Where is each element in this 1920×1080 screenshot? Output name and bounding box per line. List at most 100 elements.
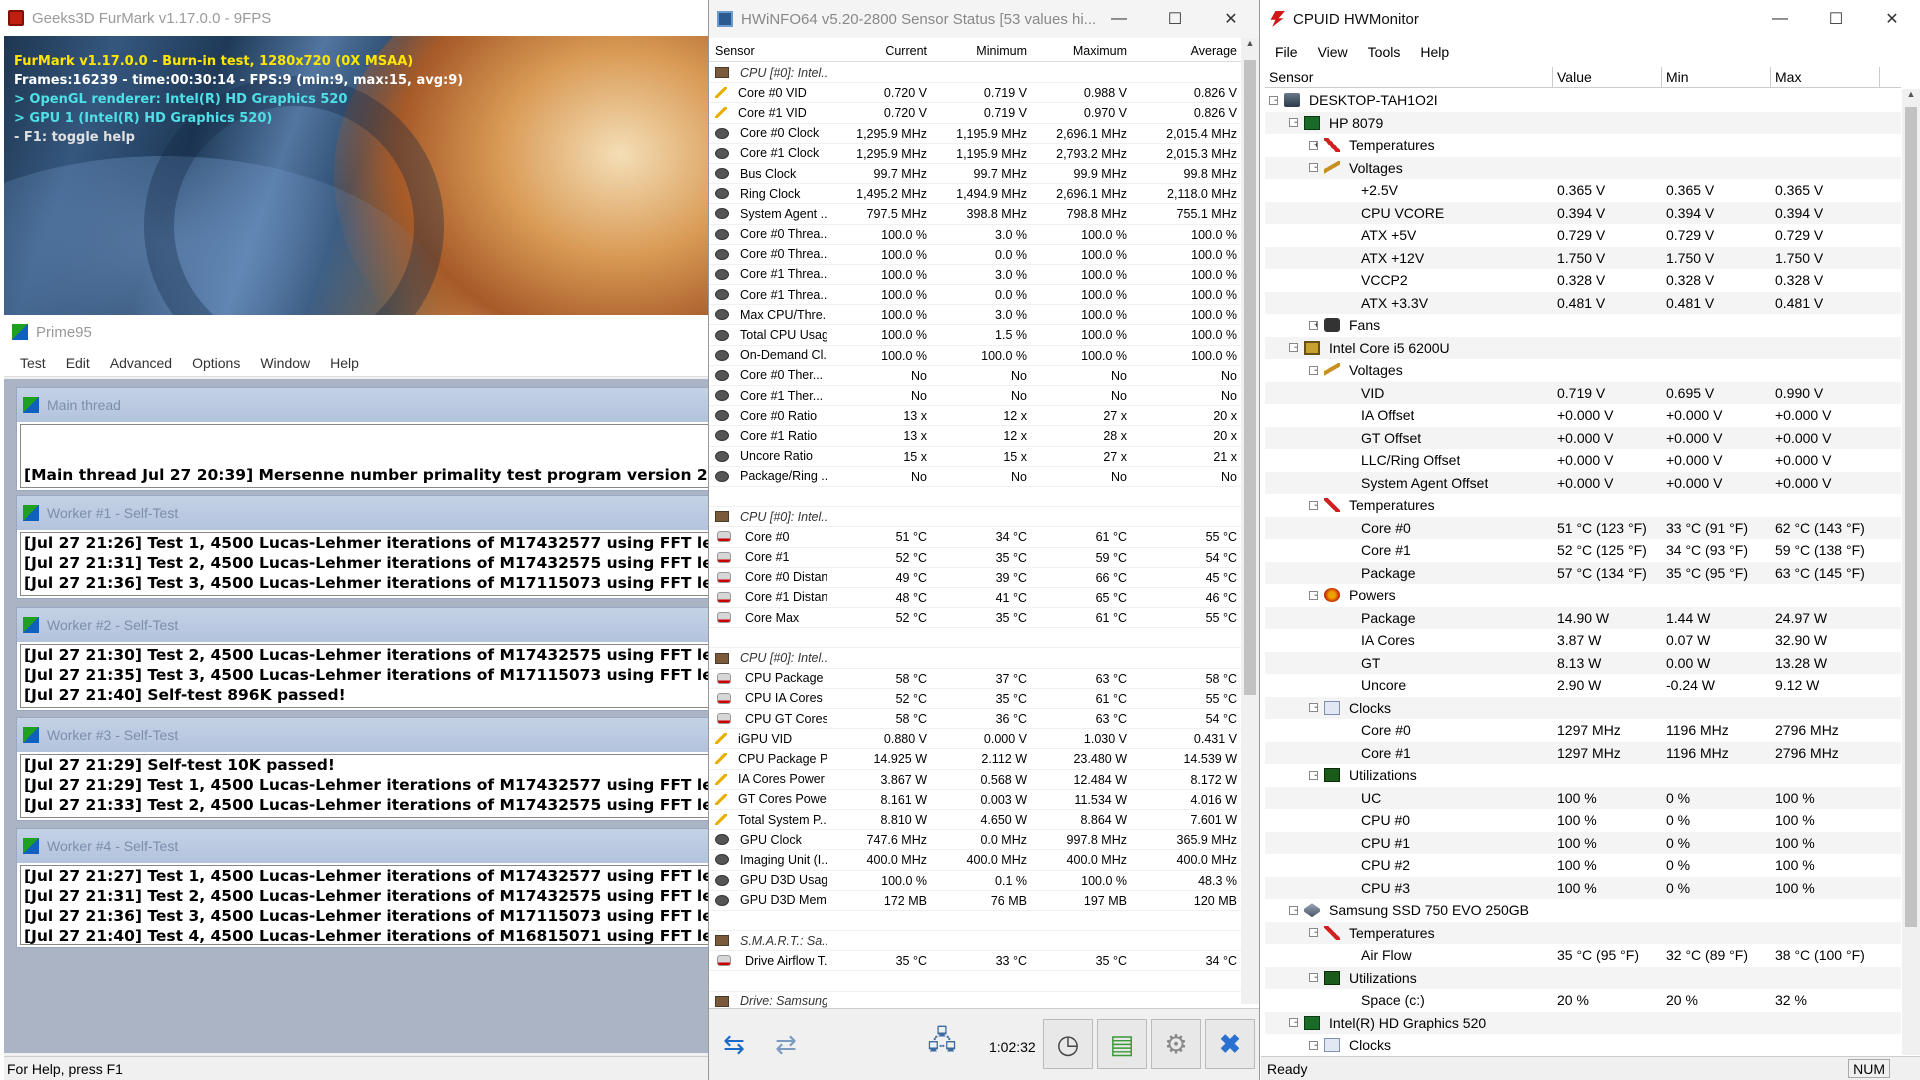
menu-edit[interactable]: Edit — [56, 355, 100, 371]
tree-node[interactable]: − Utilizations — [1265, 966, 1901, 989]
network-icon[interactable]: 🖧 — [917, 1019, 967, 1069]
hwmonitor-close-button[interactable]: ✕ — [1864, 0, 1920, 38]
menu-advanced[interactable]: Advanced — [100, 355, 182, 371]
hwinfo-scroll-up-icon[interactable]: ▲ — [1241, 38, 1259, 48]
sensor-row[interactable]: Core #1 VID 0.720 V 0.719 V 0.970 V 0.826 V — [709, 103, 1243, 124]
prime95-child-window[interactable]: Worker #2 - Self-Test [Jul 27 21:30] Test… — [16, 607, 708, 711]
tree-node[interactable]: − Clocks — [1265, 1034, 1901, 1057]
prime95-child-window[interactable]: Worker #1 - Self-Test [Jul 27 21:26] Test… — [16, 495, 708, 599]
sensor-row[interactable] — [709, 911, 1243, 932]
sensor-row[interactable]: Uncore 2.90 W -0.24 W 9.12 W — [1265, 674, 1901, 697]
hwinfo-col-maximum[interactable]: Maximum — [1033, 40, 1133, 62]
tree-node[interactable]: − Intel Core i5 6200U — [1265, 336, 1901, 359]
expand-columns-icon[interactable]: ⇆ — [709, 1019, 759, 1069]
sensor-row[interactable]: Drive Airflow T... 35 °C 33 °C 35 °C 34 °C — [709, 951, 1243, 972]
hwmonitor-scrollbar[interactable]: ▲ — [1902, 89, 1920, 1055]
sensor-row[interactable]: GPU Clock 747.6 MHz 0.0 MHz 997.8 MHz 365.9 … — [709, 830, 1243, 851]
sensor-row[interactable]: Core #0 1297 MHz 1196 MHz 2796 MHz — [1265, 719, 1901, 742]
sensor-row[interactable]: Max CPU/Thre... 100.0 % 3.0 % 100.0 % 100.0 … — [709, 305, 1243, 326]
sensor-row[interactable]: Core #0 51 °C (123 °F) 33 °C (91 °F) 62 °C … — [1265, 516, 1901, 539]
menu-file[interactable]: File — [1265, 44, 1308, 60]
sensor-row[interactable]: Bus Clock 99.7 MHz 99.7 MHz 99.9 MHz 99.8 MH… — [709, 164, 1243, 185]
sensor-row[interactable]: Core #0 Distan... 49 °C 39 °C 66 °C 45 °C — [709, 568, 1243, 588]
collapse-icon[interactable]: − — [1289, 905, 1298, 915]
collapse-icon[interactable]: − — [1309, 500, 1318, 510]
sensor-row[interactable]: CPU #3 100 % 0 % 100 % — [1265, 876, 1901, 899]
sensor-row[interactable]: IA Offset +0.000 V +0.000 V +0.000 V — [1265, 404, 1901, 427]
collapse-icon[interactable]: − — [1309, 703, 1318, 713]
sensor-row[interactable]: Package 14.90 W 1.44 W 24.97 W — [1265, 606, 1901, 629]
sensor-row[interactable]: GT Cores Power 8.161 W 0.003 W 11.534 W 4.01… — [709, 790, 1243, 810]
menu-options[interactable]: Options — [182, 355, 250, 371]
sensor-row[interactable]: UC 100 % 0 % 100 % — [1265, 786, 1901, 809]
sensor-row[interactable]: CPU Package 58 °C 37 °C 63 °C 58 °C — [709, 669, 1243, 689]
sensor-row[interactable]: IA Cores Power 3.867 W 0.568 W 12.484 W 8.17… — [709, 770, 1243, 790]
sensor-row[interactable]: On-Demand Cl... 100.0 % 100.0 % 100.0 % 100.… — [709, 346, 1243, 366]
collapse-icon[interactable]: − — [1309, 590, 1318, 600]
hwinfo-titlebar[interactable]: HWiNFO64 v5.20-2800 Sensor Status [53 va… — [709, 0, 1259, 38]
sensor-row[interactable]: Total System P... 8.810 W 4.650 W 8.864 W 7.… — [709, 810, 1243, 831]
collapse-icon[interactable]: − — [1309, 928, 1318, 938]
sensor-row[interactable] — [709, 628, 1243, 649]
hwmonitor-col-max[interactable]: Max — [1771, 67, 1880, 88]
hwmonitor-maximize-button[interactable]: ☐ — [1808, 0, 1864, 38]
menu-tools[interactable]: Tools — [1358, 44, 1411, 60]
prime95-child-window[interactable]: Worker #4 - Self-Test [Jul 27 21:27] Test… — [16, 828, 708, 948]
sensor-row[interactable]: Air Flow 35 °C (95 °F) 32 °C (89 °F) 38 °C … — [1265, 944, 1901, 967]
collapse-icon[interactable]: − — [1289, 118, 1298, 128]
sensor-row[interactable]: VID 0.719 V 0.695 V 0.990 V — [1265, 381, 1901, 404]
sensor-row[interactable]: Ring Clock 1,495.2 MHz 1,494.9 MHz 2,696.1 … — [709, 184, 1243, 205]
prime95-child-titlebar[interactable]: Main thread — [17, 388, 708, 422]
close-sensors-icon[interactable]: ✖ — [1205, 1019, 1255, 1069]
tree-node[interactable]: − Powers — [1265, 584, 1901, 607]
sensor-row[interactable]: CPU #0 100 % 0 % 100 % — [1265, 809, 1901, 832]
tree-node[interactable]: − Temperatures — [1265, 921, 1901, 944]
sensor-row[interactable]: Space (c:) 20 % 20 % 32 % — [1265, 989, 1901, 1012]
tree-node[interactable]: − DESKTOP-TAH1O2I — [1265, 89, 1901, 112]
sensor-row[interactable]: Package/Ring ... No No No No — [709, 467, 1243, 487]
expand-icon[interactable]: + — [1309, 320, 1318, 330]
add-report-icon[interactable]: ▤ — [1097, 1019, 1147, 1069]
hwinfo-scroll-thumb[interactable] — [1244, 60, 1256, 695]
sensor-row[interactable] — [709, 971, 1243, 992]
hwinfo-minimize-button[interactable]: — — [1091, 0, 1147, 38]
sensor-row[interactable]: CPU IA Cores 52 °C 35 °C 61 °C 55 °C — [709, 689, 1243, 709]
sensor-row[interactable]: Core #0 Ratio 13 x 12 x 27 x 20 x — [709, 406, 1243, 427]
sensor-row[interactable]: ATX +3.3V 0.481 V 0.481 V 0.481 V — [1265, 291, 1901, 314]
sensor-row[interactable]: ATX +12V 1.750 V 1.750 V 1.750 V — [1265, 246, 1901, 269]
sensor-row[interactable]: Core #1 52 °C 35 °C 59 °C 54 °C — [709, 548, 1243, 568]
sensor-row[interactable]: GT Offset +0.000 V +0.000 V +0.000 V — [1265, 426, 1901, 449]
sensor-row[interactable]: Core #1 Threa... 100.0 % 0.0 % 100.0 % 100.0… — [709, 285, 1243, 306]
tree-node[interactable]: − Temperatures — [1265, 494, 1901, 517]
sensor-row[interactable]: Core #1 Threa... 100.0 % 3.0 % 100.0 % 100.0… — [709, 265, 1243, 286]
hwmonitor-col-min[interactable]: Min — [1662, 67, 1771, 88]
sensor-row[interactable]: CPU GT Cores ... 58 °C 36 °C 63 °C 54 °C — [709, 709, 1243, 730]
sensor-row[interactable]: System Agent ... 797.5 MHz 398.8 MHz 798.8 … — [709, 204, 1243, 225]
sensor-group-row[interactable]: CPU [#0]: Intel... — [709, 648, 1243, 669]
sensor-row[interactable]: Core #0 Ther... No No No No — [709, 366, 1243, 386]
sensor-row[interactable]: LLC/Ring Offset +0.000 V +0.000 V +0.000 V — [1265, 449, 1901, 472]
sensor-row[interactable]: +2.5V 0.365 V 0.365 V 0.365 V — [1265, 179, 1901, 202]
sensor-row[interactable]: Core #0 VID 0.720 V 0.719 V 0.988 V 0.826 V — [709, 83, 1243, 104]
prime95-log-text[interactable]: [Main thread Jul 27 20:39] Mersenne numb… — [20, 424, 708, 488]
hwinfo-col-average[interactable]: Average — [1133, 40, 1243, 62]
sensor-row[interactable]: Core #1 Distan... 48 °C 41 °C 65 °C 46 °C — [709, 588, 1243, 609]
prime95-child-titlebar[interactable]: Worker #1 - Self-Test — [17, 496, 708, 530]
sensor-row[interactable]: Core #1 Ther... No No No No — [709, 386, 1243, 407]
tree-node[interactable]: − Intel(R) HD Graphics 520 — [1265, 1011, 1901, 1034]
sensor-row[interactable]: GPU D3D Mem... 172 MB 76 MB 197 MB 120 MB — [709, 891, 1243, 911]
sensor-row[interactable]: System Agent Offset +0.000 V +0.000 V +0.00… — [1265, 471, 1901, 494]
sensor-row[interactable]: Core #1 Ratio 13 x 12 x 28 x 20 x — [709, 426, 1243, 447]
hwmonitor-col-sensor[interactable]: Sensor — [1265, 67, 1553, 88]
menu-help[interactable]: Help — [1410, 44, 1459, 60]
sensor-row[interactable]: Uncore Ratio 15 x 15 x 27 x 21 x — [709, 447, 1243, 467]
prime95-child-window[interactable]: Main thread [Main thread Jul 27 20:39] Me… — [16, 387, 708, 491]
collapse-icon[interactable]: − — [1309, 163, 1318, 173]
sensor-row[interactable]: GPU D3D Usage 100.0 % 0.1 % 100.0 % 48.3 % — [709, 871, 1243, 891]
tree-node[interactable]: − Clocks — [1265, 696, 1901, 719]
sensor-row[interactable]: Core #0 Threa... 100.0 % 0.0 % 100.0 % 100.0… — [709, 245, 1243, 265]
reset-clock-icon[interactable]: ◷ — [1043, 1019, 1093, 1069]
tree-node[interactable]: − Samsung SSD 750 EVO 250GB — [1265, 899, 1901, 922]
prime95-child-titlebar[interactable]: Worker #3 - Self-Test — [17, 718, 708, 752]
sensor-row[interactable]: CPU #1 100 % 0 % 100 % — [1265, 831, 1901, 854]
